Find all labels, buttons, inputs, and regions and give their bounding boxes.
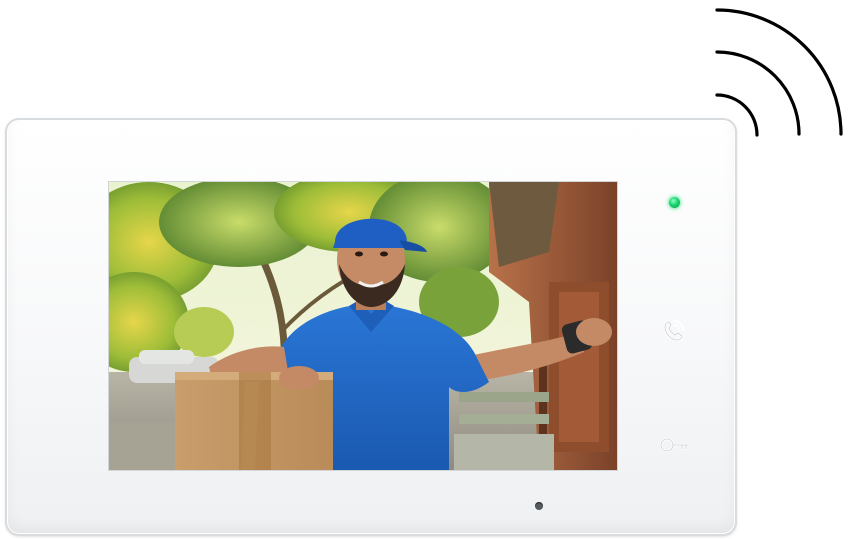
camera-feed-screen bbox=[108, 181, 618, 471]
microphone-hole bbox=[535, 502, 543, 510]
key-unlock-icon bbox=[659, 437, 690, 453]
intercom-stage bbox=[0, 0, 848, 539]
talk-button[interactable] bbox=[657, 313, 691, 347]
unlock-button[interactable] bbox=[657, 428, 691, 462]
camera-feed-image bbox=[109, 182, 617, 470]
handset-talk-icon bbox=[663, 319, 685, 342]
status-led bbox=[669, 197, 680, 208]
